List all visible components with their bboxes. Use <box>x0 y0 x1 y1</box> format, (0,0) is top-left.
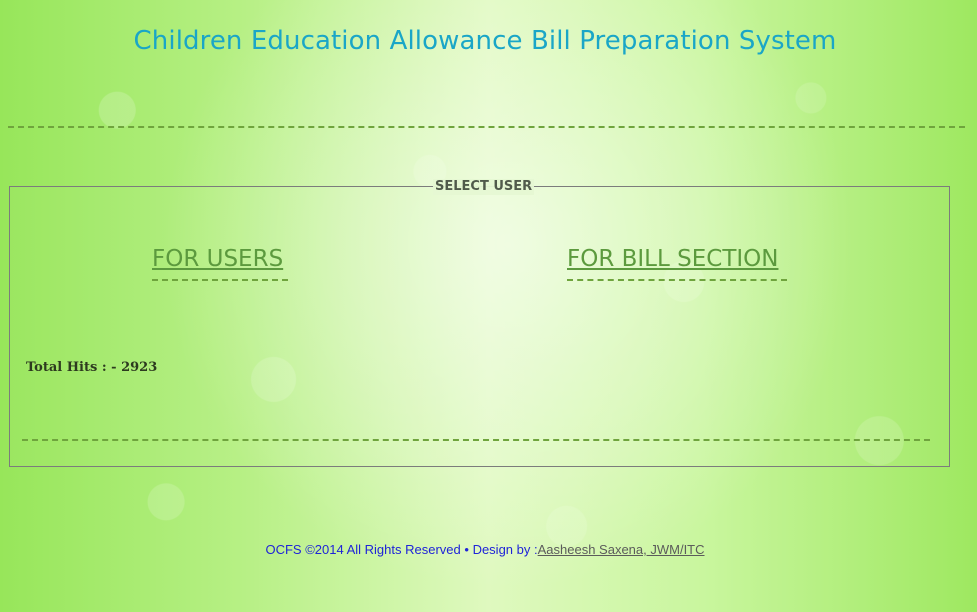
copyright-text: OCFS ©2014 All Rights Reserved <box>265 542 461 557</box>
footer: OCFS ©2014 All Rights Reserved • Design … <box>0 542 970 558</box>
inner-divider <box>22 439 930 441</box>
top-divider <box>8 126 965 128</box>
for-users-link-wrap: FOR USERS <box>152 245 288 281</box>
for-bill-section-link-wrap: FOR BILL SECTION <box>567 245 787 281</box>
designer-link[interactable]: Aasheesh Saxena, JWM/ITC <box>538 542 705 557</box>
for-users-link[interactable]: FOR USERS <box>152 245 283 273</box>
for-bill-section-link[interactable]: FOR BILL SECTION <box>567 245 778 273</box>
select-user-fieldset: SELECT USER FOR USERS FOR BILL SECTION T… <box>9 179 950 467</box>
total-hits-text: Total Hits : - 2923 <box>26 360 158 375</box>
design-by-text: Design by : <box>472 542 538 557</box>
footer-separator: • <box>464 542 469 557</box>
page-title: Children Education Allowance Bill Prepar… <box>133 26 837 56</box>
select-user-legend: SELECT USER <box>433 179 535 195</box>
